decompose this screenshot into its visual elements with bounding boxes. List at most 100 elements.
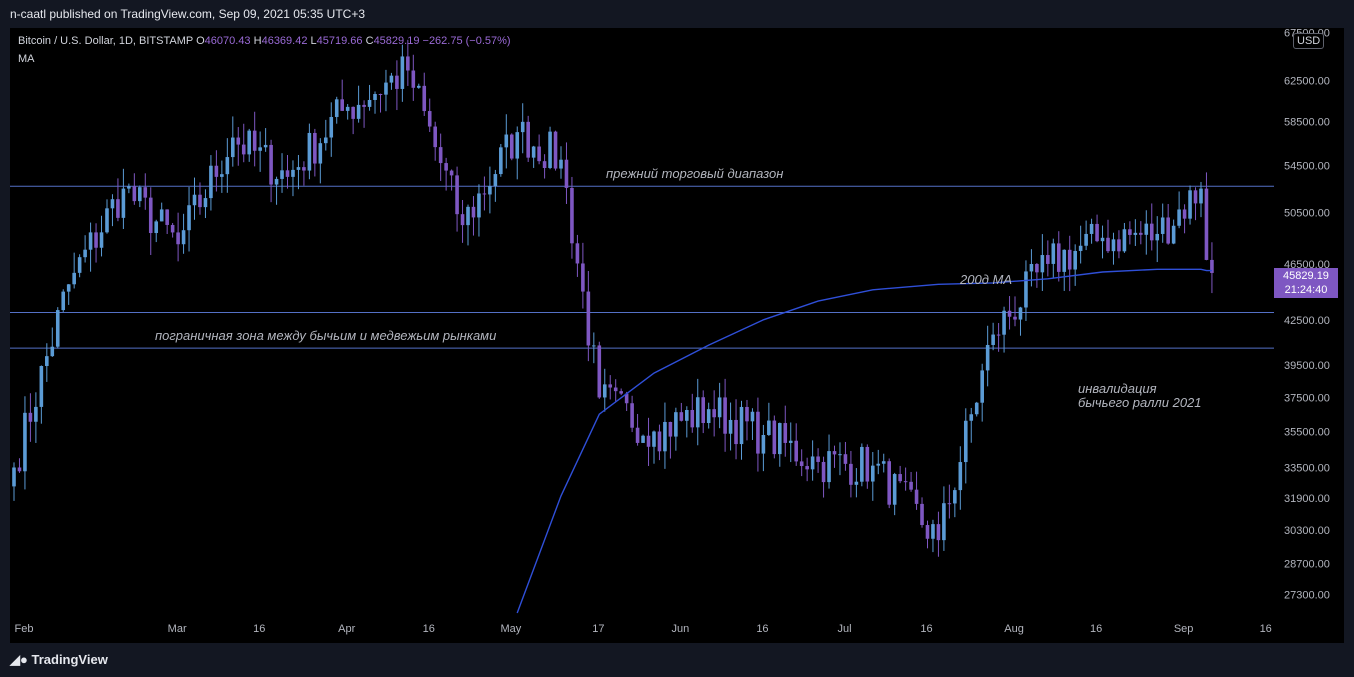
y-tick-label: 31900.00	[1284, 493, 1330, 505]
candle-body	[974, 402, 979, 415]
candle-body	[783, 423, 788, 443]
candle-body	[958, 462, 963, 491]
top-bar: n-caatl published on TradingView.com, Se…	[0, 0, 1354, 28]
candle-body	[1177, 209, 1181, 226]
candle-body	[422, 85, 427, 112]
tradingview-logo[interactable]: ◢● TradingView	[10, 652, 108, 668]
candle-body	[936, 524, 941, 541]
candle-body	[187, 205, 191, 231]
candle-body	[701, 397, 706, 424]
candle-body	[613, 387, 618, 392]
candle-body	[61, 291, 66, 311]
candle-body	[608, 384, 613, 388]
candle-body	[1149, 223, 1154, 241]
candle-body	[630, 403, 634, 428]
candle-body	[482, 193, 487, 195]
candle-body	[1089, 223, 1094, 234]
candle-body	[258, 147, 262, 151]
candle-body	[384, 82, 388, 95]
x-tick-label: Jul	[837, 623, 851, 635]
candle-body	[400, 56, 405, 89]
candle-body	[55, 310, 60, 347]
candle-body	[1193, 190, 1198, 204]
candle-body	[225, 157, 230, 175]
candle-body	[827, 451, 831, 483]
bar-countdown: 21:24:40	[1284, 284, 1328, 296]
candle-body	[1067, 249, 1072, 270]
candle-body	[116, 199, 120, 218]
candle-body	[761, 434, 766, 454]
annotation-200d-ma: 200д MA	[959, 272, 1012, 287]
candle-body	[728, 419, 733, 434]
candle-body	[515, 132, 520, 159]
annotation-invalidation-line2: бычьего ралли 2021	[1078, 395, 1202, 410]
candle-body	[548, 131, 552, 168]
candle-body	[406, 56, 410, 71]
candle-body	[963, 420, 968, 463]
candle-body	[132, 186, 137, 202]
candle-body	[942, 503, 946, 541]
candle-body	[138, 187, 142, 202]
candle-body	[416, 85, 421, 88]
legend-high: 46369.42	[261, 35, 308, 47]
price-chart[interactable]: 67500.0062500.0058500.0054500.0050500.00…	[0, 0, 1354, 677]
candle-body	[1122, 229, 1127, 252]
candle-body	[296, 167, 301, 170]
candle-body	[34, 406, 38, 422]
candle-body	[176, 232, 180, 245]
x-tick-label: 16	[756, 623, 768, 635]
candle-body	[679, 412, 684, 421]
candle-body	[280, 170, 284, 179]
candle-body	[619, 391, 623, 394]
candle-body	[121, 188, 126, 218]
candle-body	[723, 397, 727, 434]
candle-body	[564, 159, 569, 188]
candle-body	[209, 165, 213, 199]
candle-body	[810, 456, 815, 470]
candle-body	[499, 147, 503, 175]
candle-body	[1056, 243, 1061, 272]
candle-body	[920, 503, 924, 526]
candle-body	[914, 489, 919, 504]
currency-badge[interactable]: USD	[1293, 33, 1325, 49]
candle-body	[477, 193, 481, 218]
candle-body	[772, 420, 777, 455]
y-tick-label: 33500.00	[1284, 462, 1330, 474]
candle-body	[1182, 209, 1187, 219]
candle-body	[767, 420, 771, 435]
candle-body	[537, 146, 541, 162]
publisher-line: n-caatl published on TradingView.com, Se…	[10, 7, 366, 21]
candle-body	[192, 194, 197, 206]
tradingview-logo-icon: ◢●	[10, 652, 28, 667]
symbol-legend[interactable]: Bitcoin / U.S. Dollar, 1D, BITSTAMP O460…	[18, 35, 511, 47]
x-tick-label: 16	[920, 623, 932, 635]
y-tick-label: 35500.00	[1284, 426, 1330, 438]
x-tick-label: 16	[1260, 623, 1272, 635]
legend-high-label: H	[253, 35, 262, 47]
candle-body	[854, 481, 859, 485]
x-tick-label: 17	[592, 623, 604, 635]
y-tick-label: 28700.00	[1284, 558, 1330, 570]
candle-body	[559, 159, 563, 169]
candle-body	[947, 503, 952, 505]
candle-body	[214, 165, 219, 177]
indicator-ma-label[interactable]: MA	[18, 53, 35, 65]
candle-body	[367, 99, 372, 107]
candle-body	[329, 116, 334, 138]
candle-body	[231, 137, 235, 158]
candle-body	[586, 291, 591, 346]
candle-body	[99, 232, 104, 248]
legend-close-label: C	[365, 35, 374, 47]
x-tick-label: Aug	[1004, 623, 1024, 635]
candle-body	[1199, 188, 1203, 204]
candle-body	[1204, 188, 1209, 260]
candle-body	[340, 99, 344, 111]
candle-body	[931, 524, 935, 539]
candle-body	[597, 345, 602, 398]
candle-body	[1139, 232, 1143, 235]
candle-body	[105, 208, 109, 233]
candle-body	[395, 75, 399, 89]
candle-body	[531, 146, 536, 158]
candle-body	[362, 104, 366, 107]
candle-body	[685, 409, 689, 421]
